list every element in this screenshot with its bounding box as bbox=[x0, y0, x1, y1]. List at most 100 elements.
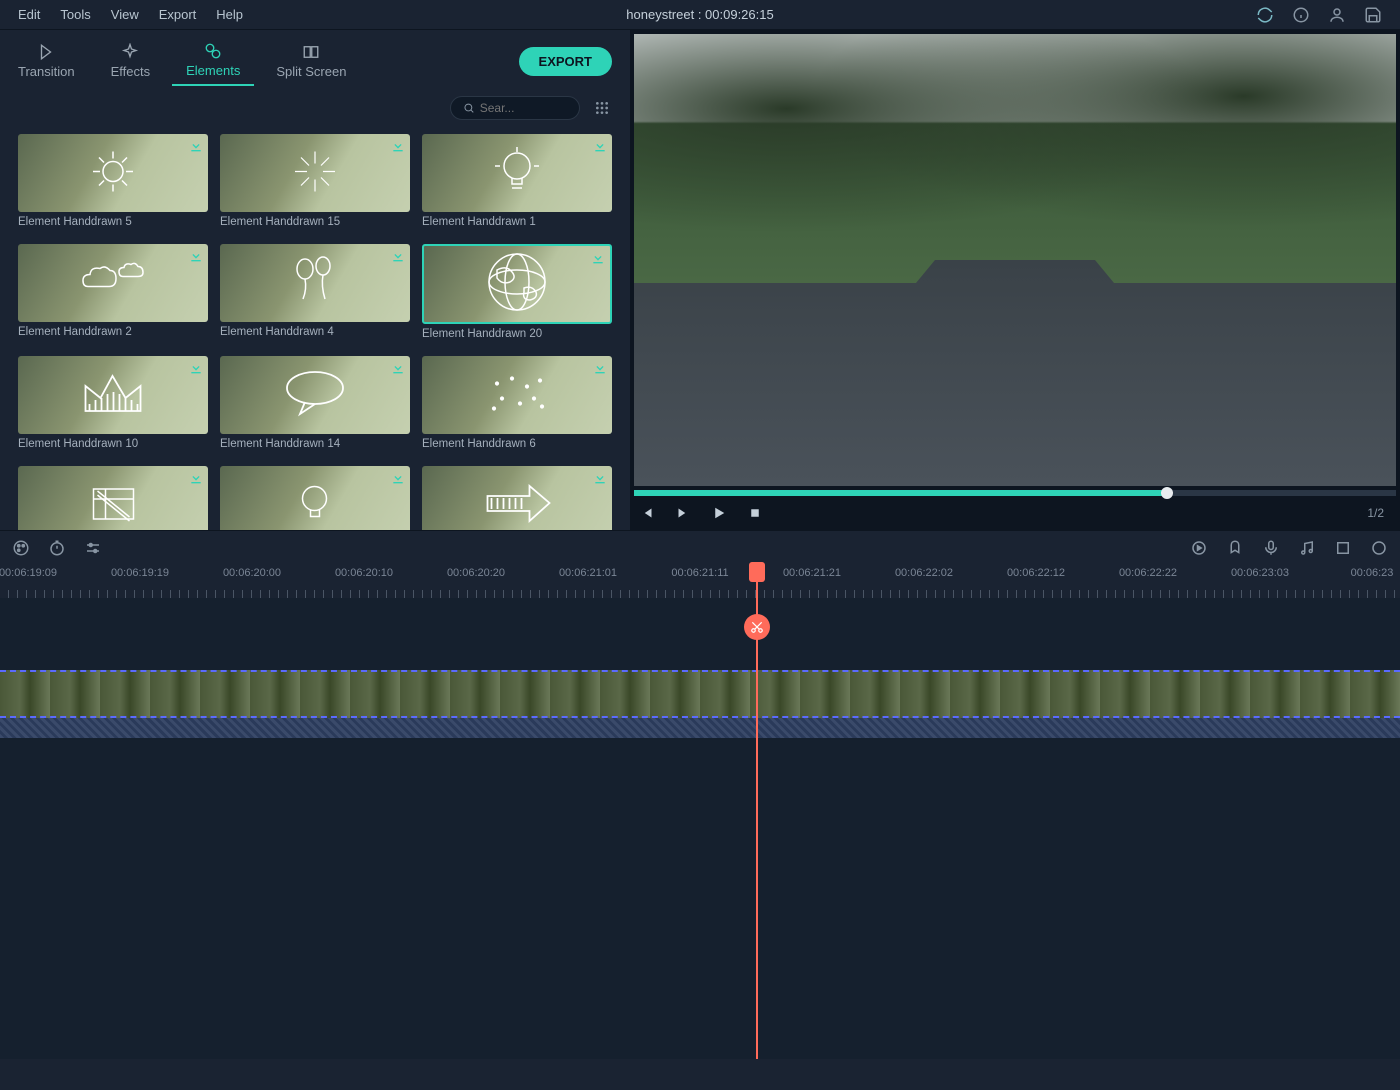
element-card[interactable]: Element Handdrawn 15 bbox=[220, 134, 410, 228]
element-thumbnail bbox=[422, 356, 612, 434]
save-icon[interactable] bbox=[1364, 6, 1382, 24]
color-icon[interactable] bbox=[12, 539, 30, 557]
info-icon[interactable] bbox=[1292, 6, 1310, 24]
element-card[interactable]: Element Handdrawn 2 bbox=[18, 244, 208, 340]
element-label: Element Handdrawn 6 bbox=[422, 438, 612, 450]
element-label: Element Handdrawn 1 bbox=[422, 216, 612, 228]
search-input-wrapper[interactable] bbox=[450, 96, 580, 120]
timeline[interactable]: 00:06:19:0900:06:19:1900:06:20:0000:06:2… bbox=[0, 564, 1400, 1059]
download-icon[interactable] bbox=[188, 138, 204, 154]
ruler-tick: 00:06:20:10 bbox=[335, 567, 393, 579]
tab-label: Transition bbox=[18, 64, 75, 79]
download-icon[interactable] bbox=[390, 138, 406, 154]
element-card[interactable] bbox=[422, 466, 612, 530]
ruler-tick: 00:06:23:03 bbox=[1231, 567, 1289, 579]
element-card[interactable]: Element Handdrawn 5 bbox=[18, 134, 208, 228]
element-thumbnail bbox=[220, 134, 410, 212]
download-icon[interactable] bbox=[592, 470, 608, 486]
ruler-tick: 00:06:22:02 bbox=[895, 567, 953, 579]
element-card[interactable]: Element Handdrawn 14 bbox=[220, 356, 410, 450]
marker-icon[interactable] bbox=[1226, 539, 1244, 557]
download-icon[interactable] bbox=[592, 138, 608, 154]
search-icon bbox=[463, 101, 475, 115]
element-card[interactable]: Element Handdrawn 20 bbox=[422, 244, 612, 340]
tab-splitscreen[interactable]: Split Screen bbox=[262, 37, 360, 85]
project-title: honeystreet : 00:09:26:15 bbox=[626, 7, 773, 22]
element-label: Element Handdrawn 4 bbox=[220, 326, 410, 338]
step-back-icon[interactable] bbox=[638, 504, 656, 522]
grid-view-icon[interactable] bbox=[592, 98, 612, 118]
ruler-tick: 00:06:20:20 bbox=[447, 567, 505, 579]
element-thumbnail bbox=[18, 356, 208, 434]
microphone-icon[interactable] bbox=[1262, 539, 1280, 557]
download-icon[interactable] bbox=[590, 250, 606, 266]
tab-effects[interactable]: Effects bbox=[97, 37, 165, 85]
asset-tabs: Transition Effects Elements Split Screen… bbox=[0, 30, 630, 86]
element-thumbnail bbox=[18, 466, 208, 530]
elements-grid: Element Handdrawn 5 Element Handdrawn 15 E… bbox=[0, 128, 630, 530]
bulb2-icon bbox=[293, 479, 338, 531]
download-icon[interactable] bbox=[390, 470, 406, 486]
ruler-tick: 00:06:22:22 bbox=[1119, 567, 1177, 579]
menu-edit[interactable]: Edit bbox=[8, 3, 50, 26]
preview-frame bbox=[634, 34, 1396, 486]
export-button[interactable]: EXPORT bbox=[519, 47, 612, 76]
balloons-icon bbox=[285, 254, 345, 312]
stop-icon[interactable] bbox=[746, 504, 764, 522]
settings-slider-icon[interactable] bbox=[84, 539, 102, 557]
tab-transition[interactable]: Transition bbox=[4, 37, 89, 85]
crop-icon[interactable] bbox=[1334, 539, 1352, 557]
timer-icon[interactable] bbox=[48, 539, 66, 557]
page-indicator: 1/2 bbox=[1367, 506, 1392, 520]
element-label: Element Handdrawn 2 bbox=[18, 326, 208, 338]
main-panels: Transition Effects Elements Split Screen… bbox=[0, 30, 1400, 530]
cut-button[interactable] bbox=[744, 614, 770, 640]
playhead[interactable] bbox=[756, 564, 758, 1059]
download-icon[interactable] bbox=[188, 470, 204, 486]
music-icon[interactable] bbox=[1298, 539, 1316, 557]
download-icon[interactable] bbox=[390, 360, 406, 376]
tab-label: Split Screen bbox=[276, 64, 346, 79]
download-icon[interactable] bbox=[188, 360, 204, 376]
element-card[interactable]: Element Handdrawn 6 bbox=[422, 356, 612, 450]
doc-icon bbox=[86, 481, 141, 529]
element-label: Element Handdrawn 15 bbox=[220, 216, 410, 228]
element-card[interactable]: Element Handdrawn 10 bbox=[18, 356, 208, 450]
element-card[interactable] bbox=[18, 466, 208, 530]
element-card[interactable]: Element Handdrawn 1 bbox=[422, 134, 612, 228]
menu-tools[interactable]: Tools bbox=[50, 3, 100, 26]
ruler-tick: 00:06:21:11 bbox=[671, 567, 728, 579]
clouds-icon bbox=[73, 257, 153, 310]
cloud-sync-icon[interactable] bbox=[1256, 6, 1274, 24]
speech-icon bbox=[280, 366, 350, 424]
video-preview[interactable] bbox=[630, 30, 1400, 490]
expand-icon[interactable] bbox=[1370, 539, 1388, 557]
step-forward-icon[interactable] bbox=[674, 504, 692, 522]
element-thumbnail bbox=[18, 244, 208, 322]
globe-icon bbox=[482, 250, 552, 318]
menu-view[interactable]: View bbox=[101, 3, 149, 26]
ruler-tick: 00:06:21:01 bbox=[559, 567, 617, 579]
preview-progress[interactable] bbox=[634, 490, 1396, 496]
audio-track[interactable] bbox=[0, 718, 1400, 738]
element-card[interactable] bbox=[220, 466, 410, 530]
playhead-handle[interactable] bbox=[749, 562, 765, 582]
element-thumbnail bbox=[422, 466, 612, 530]
download-icon[interactable] bbox=[390, 248, 406, 264]
play-icon[interactable] bbox=[710, 504, 728, 522]
video-track[interactable] bbox=[0, 670, 1400, 718]
element-label: Element Handdrawn 10 bbox=[18, 438, 208, 450]
search-input[interactable] bbox=[480, 101, 567, 115]
element-thumbnail bbox=[220, 244, 410, 322]
render-icon[interactable] bbox=[1190, 539, 1208, 557]
element-card[interactable]: Element Handdrawn 4 bbox=[220, 244, 410, 340]
download-icon[interactable] bbox=[188, 248, 204, 264]
download-icon[interactable] bbox=[592, 360, 608, 376]
timeline-ruler[interactable]: 00:06:19:0900:06:19:1900:06:20:0000:06:2… bbox=[0, 564, 1400, 598]
menu-export[interactable]: Export bbox=[149, 3, 207, 26]
user-icon[interactable] bbox=[1328, 6, 1346, 24]
tab-elements[interactable]: Elements bbox=[172, 36, 254, 86]
sparkle-icon bbox=[482, 369, 552, 422]
element-thumbnail bbox=[220, 356, 410, 434]
menu-help[interactable]: Help bbox=[206, 3, 253, 26]
